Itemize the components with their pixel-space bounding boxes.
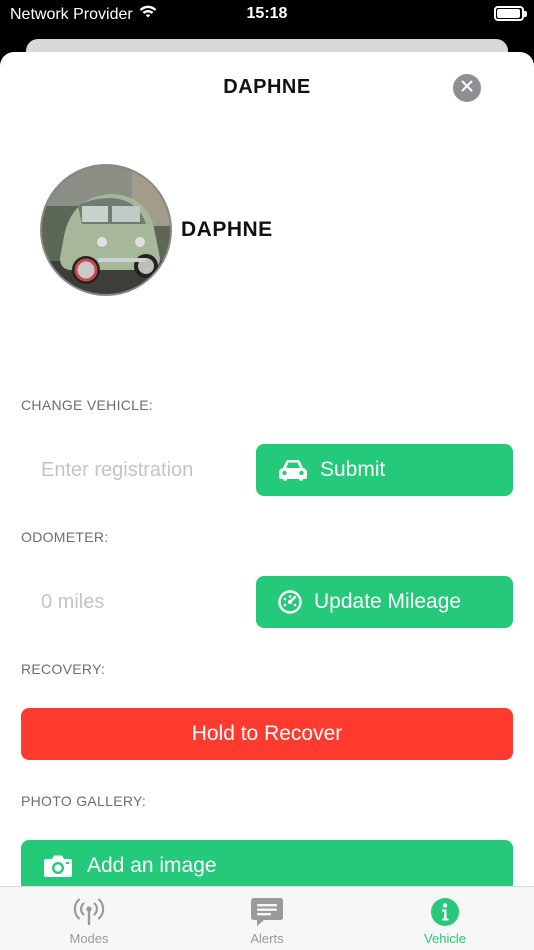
car-photo	[42, 166, 170, 294]
add-image-button[interactable]: Add an image	[21, 840, 513, 892]
tab-vehicle[interactable]: Vehicle	[356, 887, 534, 950]
antenna-icon	[72, 897, 106, 927]
status-time: 15:18	[246, 5, 288, 22]
vehicle-sheet: DAPHNE DAPHNE CHANGE VEHICLE: Enter regi…	[0, 52, 534, 950]
tab-modes-label: Modes	[69, 931, 109, 946]
update-mileage-label: Update Mileage	[314, 590, 462, 613]
vehicle-avatar[interactable]	[40, 164, 172, 296]
tab-bar: Modes Alerts Vehicle	[0, 886, 534, 950]
battery-icon	[494, 6, 527, 21]
tab-alerts-label: Alerts	[250, 931, 284, 946]
chat-bubble-icon	[250, 897, 284, 927]
hold-to-recover-label: Hold to Recover	[191, 722, 343, 745]
close-icon	[461, 79, 473, 97]
submit-label: Submit	[320, 458, 386, 481]
car-icon	[278, 459, 308, 481]
camera-icon	[43, 854, 73, 878]
tab-vehicle-label: Vehicle	[424, 931, 466, 946]
registration-input[interactable]	[21, 444, 241, 496]
close-button[interactable]	[453, 74, 481, 102]
recovery-label: RECOVERY:	[21, 661, 106, 677]
change-vehicle-label: CHANGE VEHICLE:	[21, 397, 154, 413]
info-icon	[430, 897, 460, 927]
add-image-label: Add an image	[87, 854, 217, 877]
odometer-label: ODOMETER:	[21, 529, 109, 545]
speedometer-icon	[278, 590, 302, 614]
status-bar: Network Provider 15:18	[0, 0, 534, 30]
hold-to-recover-button[interactable]: Hold to Recover	[21, 708, 513, 760]
vehicle-name: DAPHNE	[181, 218, 273, 241]
update-mileage-button[interactable]: Update Mileage	[256, 576, 513, 628]
battery-level	[497, 9, 520, 18]
mileage-input[interactable]	[21, 576, 241, 628]
submit-button[interactable]: Submit	[256, 444, 513, 496]
photo-gallery-label: PHOTO GALLERY:	[21, 793, 147, 809]
tab-modes[interactable]: Modes	[0, 887, 178, 950]
tab-alerts[interactable]: Alerts	[178, 887, 356, 950]
